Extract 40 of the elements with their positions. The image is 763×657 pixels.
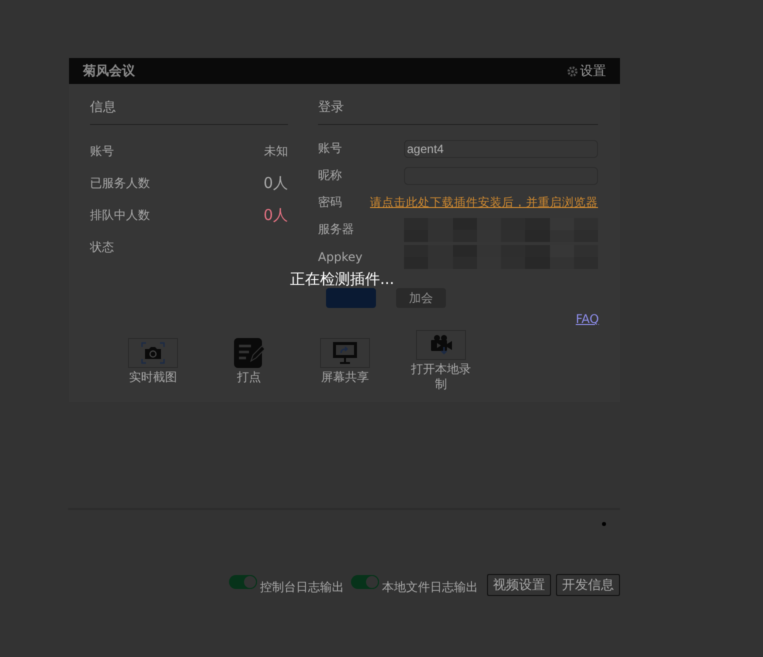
record-button[interactable] <box>416 330 466 360</box>
window-title: 菊风会议 <box>83 62 135 80</box>
settings-button[interactable]: 设置 <box>567 62 620 80</box>
field-label: 账号 <box>318 140 343 157</box>
field-label: 服务器 <box>318 221 355 238</box>
tool-label: 打点 <box>236 370 262 384</box>
info-label: 账号 <box>90 142 114 160</box>
field-label: 密码 <box>318 194 342 211</box>
input-field[interactable]: agent4 <box>404 140 598 158</box>
info-value: 0人 <box>263 174 288 192</box>
info-label: 状态 <box>90 238 114 256</box>
tool-label: 屏幕共享 <box>320 370 370 384</box>
loading-message: 正在检测插件... <box>290 270 394 289</box>
toggle-label: 本地文件日志输出 <box>382 579 478 596</box>
screenshot-button[interactable] <box>128 338 178 368</box>
info-value: 未知 <box>264 142 288 160</box>
notepad-icon[interactable] <box>234 338 264 368</box>
field-label: Appkey <box>318 250 364 264</box>
faq-link[interactable]: FAQ <box>576 312 599 326</box>
toggle-label: 控制台日志输出 <box>260 579 344 596</box>
info-value: 0人 <box>263 206 288 224</box>
section-title: 信息 <box>90 99 117 117</box>
download-link[interactable]: 请点击此处下载插件安装后，并重启浏览器 <box>370 195 598 210</box>
info-label: 已服务人数 <box>90 174 150 192</box>
video-camera-icon <box>429 334 453 356</box>
tool-label: 实时截图 <box>128 370 178 384</box>
footer-button[interactable]: 视频设置 <box>487 574 551 596</box>
toggle-switch[interactable] <box>351 575 379 589</box>
login-button[interactable] <box>326 288 376 308</box>
settings-icon <box>567 66 578 76</box>
screen-share-button[interactable] <box>320 338 370 368</box>
tool-label: 打开本地录制 <box>410 362 472 392</box>
section-title: 登录 <box>318 99 345 117</box>
camera-icon <box>141 342 165 364</box>
dot-mark <box>602 522 606 526</box>
footer-button[interactable]: 开发信息 <box>556 574 620 596</box>
toggle-switch[interactable] <box>229 575 257 589</box>
field-label: 昵称 <box>318 167 343 184</box>
monitor-icon <box>332 340 358 364</box>
info-label: 排队中人数 <box>90 206 150 224</box>
